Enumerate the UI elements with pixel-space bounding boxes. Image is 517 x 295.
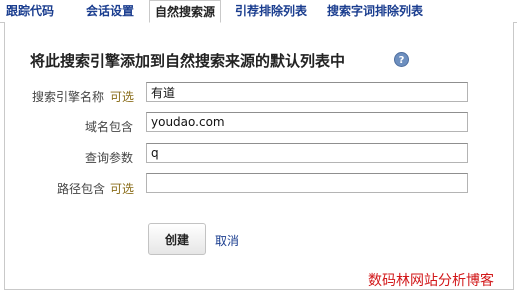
query-parameter-input[interactable]: [146, 143, 468, 163]
tab-bar: 跟踪代码 会话设置 自然搜索源 引荐排除列表 搜索字词排除列表: [0, 0, 517, 23]
watermark: 数码林网站分析博客: [368, 273, 494, 289]
domain-contains-label: 域名包含: [85, 120, 134, 134]
tab-referral-exclusion-list[interactable]: 引荐排除列表: [235, 2, 307, 21]
optional-tag: 可选: [110, 90, 135, 104]
search-engine-name-input[interactable]: [146, 82, 468, 102]
tab-organic-search-sources[interactable]: 自然搜索源: [149, 0, 222, 23]
query-parameter-label: 查询参数: [85, 151, 134, 165]
path-contains-label: 路径包含: [57, 182, 106, 196]
domain-contains-input[interactable]: [146, 112, 468, 132]
tab-session-settings[interactable]: 会话设置: [86, 2, 134, 21]
help-icon[interactable]: ?: [394, 52, 409, 67]
search-engine-name-label: 搜索引擎名称: [32, 90, 105, 104]
path-contains-input[interactable]: [146, 173, 468, 193]
tab-search-term-exclusion-list[interactable]: 搜索字词排除列表: [327, 2, 423, 21]
create-button[interactable]: 创建: [148, 223, 206, 255]
tab-tracking-code[interactable]: 跟踪代码: [6, 2, 54, 21]
cancel-link[interactable]: 取消: [215, 232, 239, 249]
page-title: 将此搜索引擎添加到自然搜索来源的默认列表中: [30, 52, 346, 70]
optional-tag: 可选: [110, 182, 135, 196]
